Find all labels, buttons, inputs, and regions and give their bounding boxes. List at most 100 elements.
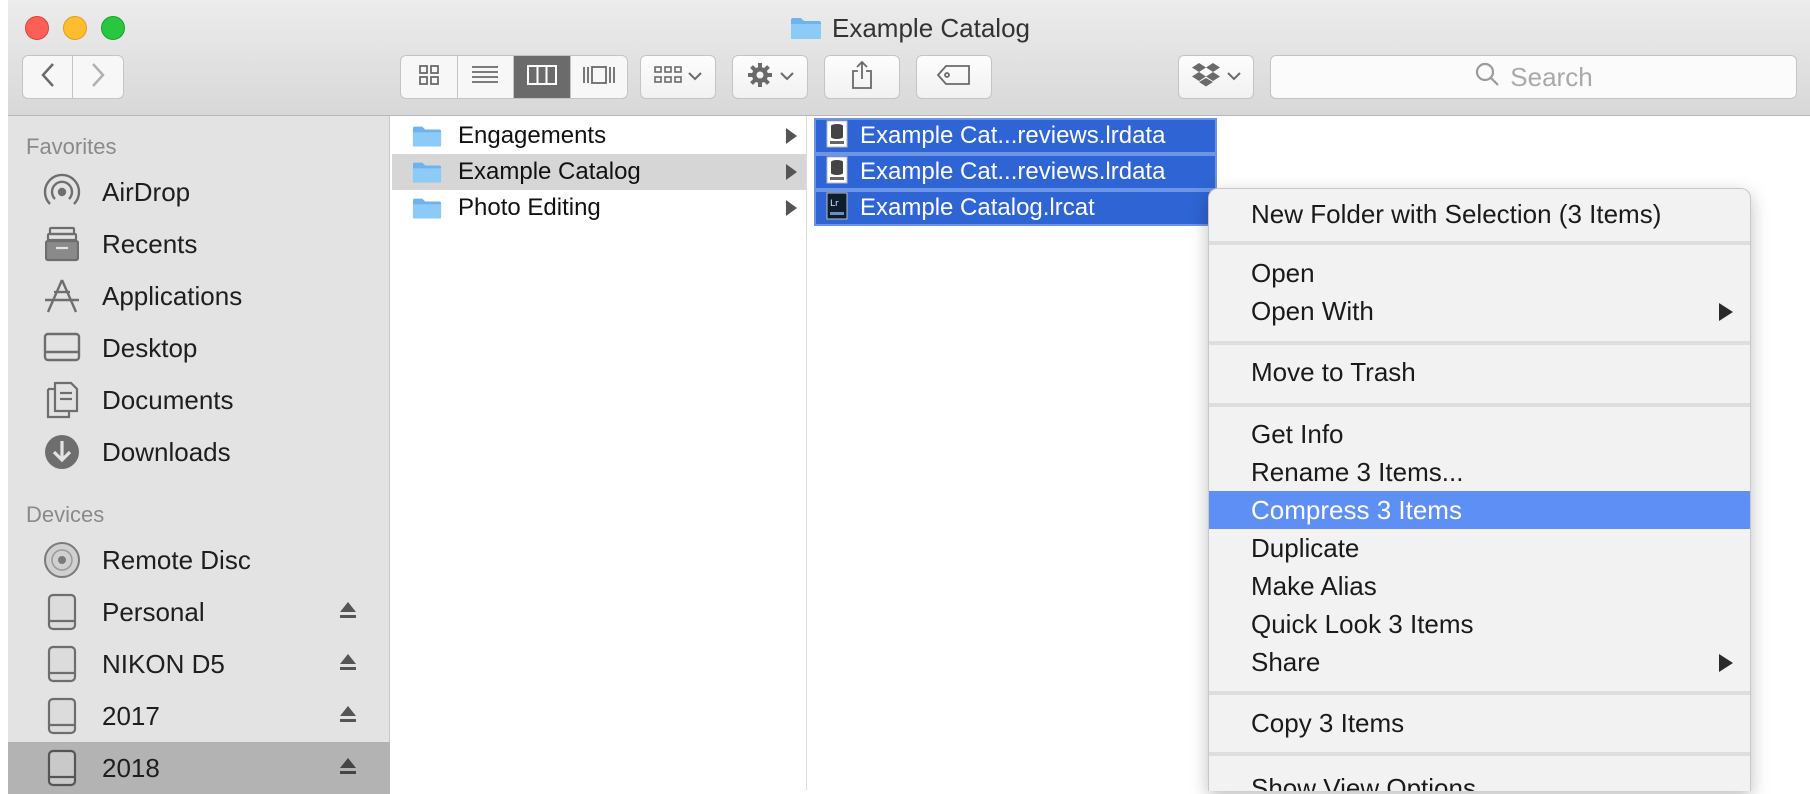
menu-item-label: Make Alias (1251, 570, 1377, 601)
search-placeholder: Search (1510, 61, 1593, 92)
chevron-right-icon (90, 62, 106, 93)
drive-icon (42, 592, 82, 632)
drive-icon (42, 696, 82, 736)
eject-icon[interactable] (338, 755, 358, 782)
list-view-icon (471, 64, 499, 91)
menu-item-open-with[interactable]: Open With (1209, 292, 1750, 330)
menu-item-label: Move to Trash (1251, 356, 1416, 387)
menu-item-open[interactable]: Open (1209, 254, 1750, 292)
menu-item-label: Open With (1251, 295, 1374, 326)
cover-flow-button[interactable] (571, 56, 628, 98)
menu-item-duplicate[interactable]: Duplicate (1209, 529, 1750, 567)
chevron-down-icon (688, 68, 702, 86)
file-name: Example Cat...reviews.lrdata (860, 122, 1166, 149)
list-view-button[interactable] (458, 56, 514, 98)
sidebar-item-remote-disc[interactable]: Remote Disc (8, 534, 390, 586)
folder-icon (412, 196, 442, 220)
eject-icon[interactable] (338, 651, 358, 678)
menu-item-new-folder-with-selection[interactable]: New Folder with Selection (3 Items) (1209, 195, 1750, 233)
sidebar-item-2017[interactable]: 2017 (8, 690, 390, 742)
sidebar-item-2018[interactable]: 2018 (8, 742, 390, 794)
menu-item-get-info[interactable]: Get Info (1209, 415, 1750, 453)
drive-icon (42, 644, 82, 684)
menu-item-label: Open (1251, 257, 1315, 288)
menu-separator (1209, 241, 1750, 245)
menu-item-move-to-trash[interactable]: Move to Trash (1209, 353, 1750, 391)
applications-icon (42, 276, 82, 316)
sidebar-item-nikon-d5[interactable]: NIKON D5 (8, 638, 390, 690)
sidebar-item-recents[interactable]: Recents (8, 218, 390, 270)
search-icon (1474, 61, 1500, 94)
eject-icon[interactable] (338, 703, 358, 730)
search-field[interactable]: Search (1270, 55, 1797, 99)
file-row[interactable]: Example Cat...reviews.lrdata (814, 118, 1217, 154)
sidebar-item-downloads[interactable]: Downloads (8, 426, 390, 478)
menu-item-label: Copy 3 Items (1251, 707, 1405, 738)
menu-item-label: Get Info (1251, 418, 1344, 449)
sidebar-item-personal[interactable]: Personal (8, 586, 390, 638)
menu-item-label: Quick Look 3 Items (1251, 608, 1474, 639)
share-button[interactable] (824, 55, 900, 99)
zoom-button[interactable] (101, 16, 125, 40)
menu-item-compress[interactable]: Compress 3 Items (1209, 491, 1750, 529)
sidebar-item-label: 2018 (102, 752, 160, 783)
file-name: Example Cat...reviews.lrdata (860, 158, 1166, 185)
dropbox-button[interactable] (1178, 55, 1254, 99)
view-mode-control (400, 55, 628, 99)
sidebar-item-desktop[interactable]: Desktop (8, 322, 390, 374)
lrcat-icon: Lr (826, 192, 848, 225)
menu-separator (1209, 341, 1750, 345)
folder-icon (790, 16, 822, 40)
sidebar-item-label: Desktop (102, 332, 198, 363)
menu-item-rename[interactable]: Rename 3 Items... (1209, 453, 1750, 491)
menu-item-label: Share (1251, 646, 1321, 677)
file-row[interactable]: Lr Example Catalog.lrcat (814, 190, 1217, 226)
folder-row-engagements[interactable]: Engagements (392, 118, 806, 154)
sidebar-item-applications[interactable]: Applications (8, 270, 390, 322)
back-button[interactable] (23, 56, 74, 98)
column-view-button[interactable] (514, 56, 571, 98)
menu-item-copy[interactable]: Copy 3 Items (1209, 704, 1750, 742)
tags-button[interactable] (916, 55, 992, 99)
svg-text:Lr: Lr (830, 199, 839, 209)
favorites-heading: Favorites (26, 134, 117, 159)
sidebar-item-label: AirDrop (102, 176, 191, 207)
menu-item-make-alias[interactable]: Make Alias (1209, 567, 1750, 605)
airdrop-icon (42, 172, 82, 212)
chevron-down-icon (780, 68, 794, 86)
group-button[interactable] (640, 55, 716, 99)
folder-row-photo-editing[interactable]: Photo Editing (392, 190, 806, 226)
file-name: Example Catalog.lrcat (860, 194, 1095, 221)
menu-item-label: New Folder with Selection (3 Items) (1251, 198, 1662, 229)
window-title-text: Example Catalog (832, 12, 1030, 43)
close-button[interactable] (25, 16, 49, 40)
window-title: Example Catalog (790, 10, 1030, 46)
menu-item-show-view-options[interactable]: Show View Options (1209, 769, 1750, 792)
disc-icon (42, 540, 82, 580)
disclosure-arrow-icon (786, 200, 797, 216)
dropbox-icon (1191, 62, 1221, 93)
sidebar-item-label: Remote Disc (102, 544, 251, 575)
forward-button[interactable] (73, 56, 123, 98)
menu-item-share[interactable]: Share (1209, 643, 1750, 681)
eject-icon[interactable] (338, 599, 358, 626)
sidebar-item-label: Applications (102, 280, 243, 311)
sidebar-item-label: Recents (102, 228, 198, 259)
title-bar: Example Catalog Search (8, 0, 1810, 116)
icon-view-button[interactable] (401, 56, 458, 98)
menu-separator (1209, 403, 1750, 407)
menu-item-quick-look[interactable]: Quick Look 3 Items (1209, 605, 1750, 643)
file-row[interactable]: Example Cat...reviews.lrdata (814, 154, 1217, 190)
context-menu: New Folder with Selection (3 Items) Open… (1208, 188, 1751, 791)
sidebar: Favorites AirDrop Recents Applications D… (8, 116, 390, 794)
action-button[interactable] (732, 55, 808, 99)
sidebar-item-documents[interactable]: Documents (8, 374, 390, 426)
documents-icon (42, 380, 82, 420)
menu-item-label: Compress 3 Items (1251, 494, 1462, 525)
sidebar-item-airdrop[interactable]: AirDrop (8, 166, 390, 218)
recents-icon (42, 224, 82, 264)
minimize-button[interactable] (63, 16, 87, 40)
chevron-left-icon (40, 62, 56, 93)
folder-row-example-catalog[interactable]: Example Catalog (392, 154, 806, 190)
lrdata-icon (826, 156, 848, 189)
